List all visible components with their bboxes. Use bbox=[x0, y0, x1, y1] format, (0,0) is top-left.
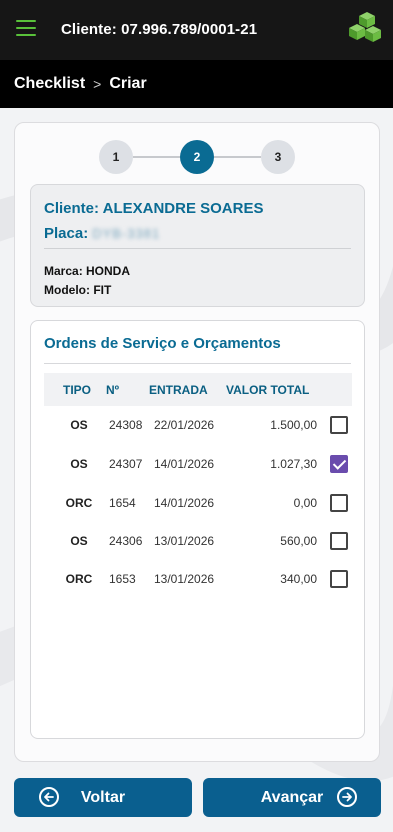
arrow-right-circle-icon bbox=[337, 787, 357, 807]
table-row[interactable]: OS 24308 22/01/2026 1.500,00 bbox=[44, 406, 352, 444]
hamburger-menu-icon[interactable] bbox=[16, 20, 36, 36]
row-valor: 0,00 bbox=[293, 496, 317, 510]
column-header-numero: Nº bbox=[106, 383, 120, 397]
back-button[interactable]: Voltar bbox=[14, 778, 192, 817]
step-1[interactable]: 1 bbox=[99, 140, 133, 174]
row-entrada: 13/01/2026 bbox=[154, 572, 215, 586]
row-numero: 1653 bbox=[109, 572, 136, 586]
step-connector bbox=[214, 156, 261, 158]
row-numero: 24307 bbox=[109, 457, 143, 471]
row-entrada: 14/01/2026 bbox=[154, 496, 215, 510]
table-row[interactable]: ORC 1654 14/01/2026 0,00 bbox=[44, 484, 352, 522]
row-checkbox[interactable] bbox=[330, 494, 348, 512]
row-entrada: 13/01/2026 bbox=[154, 534, 215, 548]
arrow-left-circle-icon bbox=[39, 787, 59, 807]
placa-row: Placa: DYB-3381 bbox=[44, 225, 160, 242]
placa-label: Placa: bbox=[44, 225, 89, 242]
row-tipo: OS bbox=[70, 534, 88, 548]
breadcrumb-item-criar: Criar bbox=[109, 75, 147, 92]
step-3[interactable]: 3 bbox=[261, 140, 295, 174]
row-valor: 560,00 bbox=[280, 534, 317, 548]
next-button-label: Avançar bbox=[260, 788, 324, 806]
row-checkbox[interactable] bbox=[330, 570, 348, 588]
orders-card: Ordens de Serviço e Orçamentos TIPO Nº E… bbox=[30, 320, 365, 739]
row-valor: 1.500,00 bbox=[270, 418, 317, 432]
table-row[interactable]: OS 24307 14/01/2026 1.027,30 bbox=[44, 445, 352, 483]
placa-value: DYB-3381 bbox=[92, 226, 161, 241]
row-entrada: 22/01/2026 bbox=[154, 418, 215, 432]
breadcrumb-separator: > bbox=[93, 76, 102, 92]
orders-title: Ordens de Serviço e Orçamentos bbox=[44, 335, 281, 352]
client-info-card: Cliente: ALEXANDRE SOARES Placa: DYB-338… bbox=[30, 184, 365, 307]
row-numero: 24306 bbox=[109, 534, 143, 548]
row-tipo: OS bbox=[70, 457, 88, 471]
divider bbox=[44, 363, 351, 364]
row-valor: 340,00 bbox=[280, 572, 317, 586]
vehicle-marca: Marca: HONDA bbox=[44, 264, 131, 278]
back-button-label: Voltar bbox=[80, 788, 126, 806]
column-header-valor-total: VALOR TOTAL bbox=[226, 383, 310, 397]
column-header-tipo: TIPO bbox=[63, 383, 92, 397]
table-header: TIPO Nº ENTRADA VALOR TOTAL bbox=[44, 373, 352, 406]
table-row[interactable]: ORC 1653 13/01/2026 340,00 bbox=[44, 560, 352, 598]
row-tipo: ORC bbox=[65, 572, 93, 586]
divider bbox=[44, 248, 351, 249]
row-tipo: OS bbox=[70, 418, 88, 432]
row-numero: 1654 bbox=[109, 496, 136, 510]
row-valor: 1.027,30 bbox=[270, 457, 317, 471]
row-checkbox[interactable] bbox=[330, 532, 348, 550]
row-tipo: ORC bbox=[65, 496, 93, 510]
breadcrumb-item-checklist[interactable]: Checklist bbox=[14, 75, 85, 93]
client-name: Cliente: ALEXANDRE SOARES bbox=[44, 200, 264, 217]
column-header-entrada: ENTRADA bbox=[149, 383, 208, 397]
top-app-bar: Cliente: 07.996.789/0001-21 bbox=[0, 0, 393, 60]
next-button[interactable]: Avançar bbox=[203, 778, 381, 817]
header-client-label: Cliente: 07.996.789/0001-21 bbox=[61, 21, 258, 38]
row-entrada: 14/01/2026 bbox=[154, 457, 215, 471]
row-checkbox[interactable] bbox=[330, 455, 348, 473]
row-numero: 24308 bbox=[109, 418, 143, 432]
step-connector bbox=[133, 156, 180, 158]
stepper: 1 2 3 bbox=[99, 140, 297, 174]
breadcrumb: Checklist > Criar bbox=[0, 60, 393, 108]
cubes-logo-icon bbox=[349, 12, 381, 42]
step-2[interactable]: 2 bbox=[180, 140, 214, 174]
vehicle-modelo: Modelo: FIT bbox=[44, 283, 112, 297]
row-checkbox[interactable] bbox=[330, 416, 348, 434]
table-row[interactable]: OS 24306 13/01/2026 560,00 bbox=[44, 522, 352, 560]
